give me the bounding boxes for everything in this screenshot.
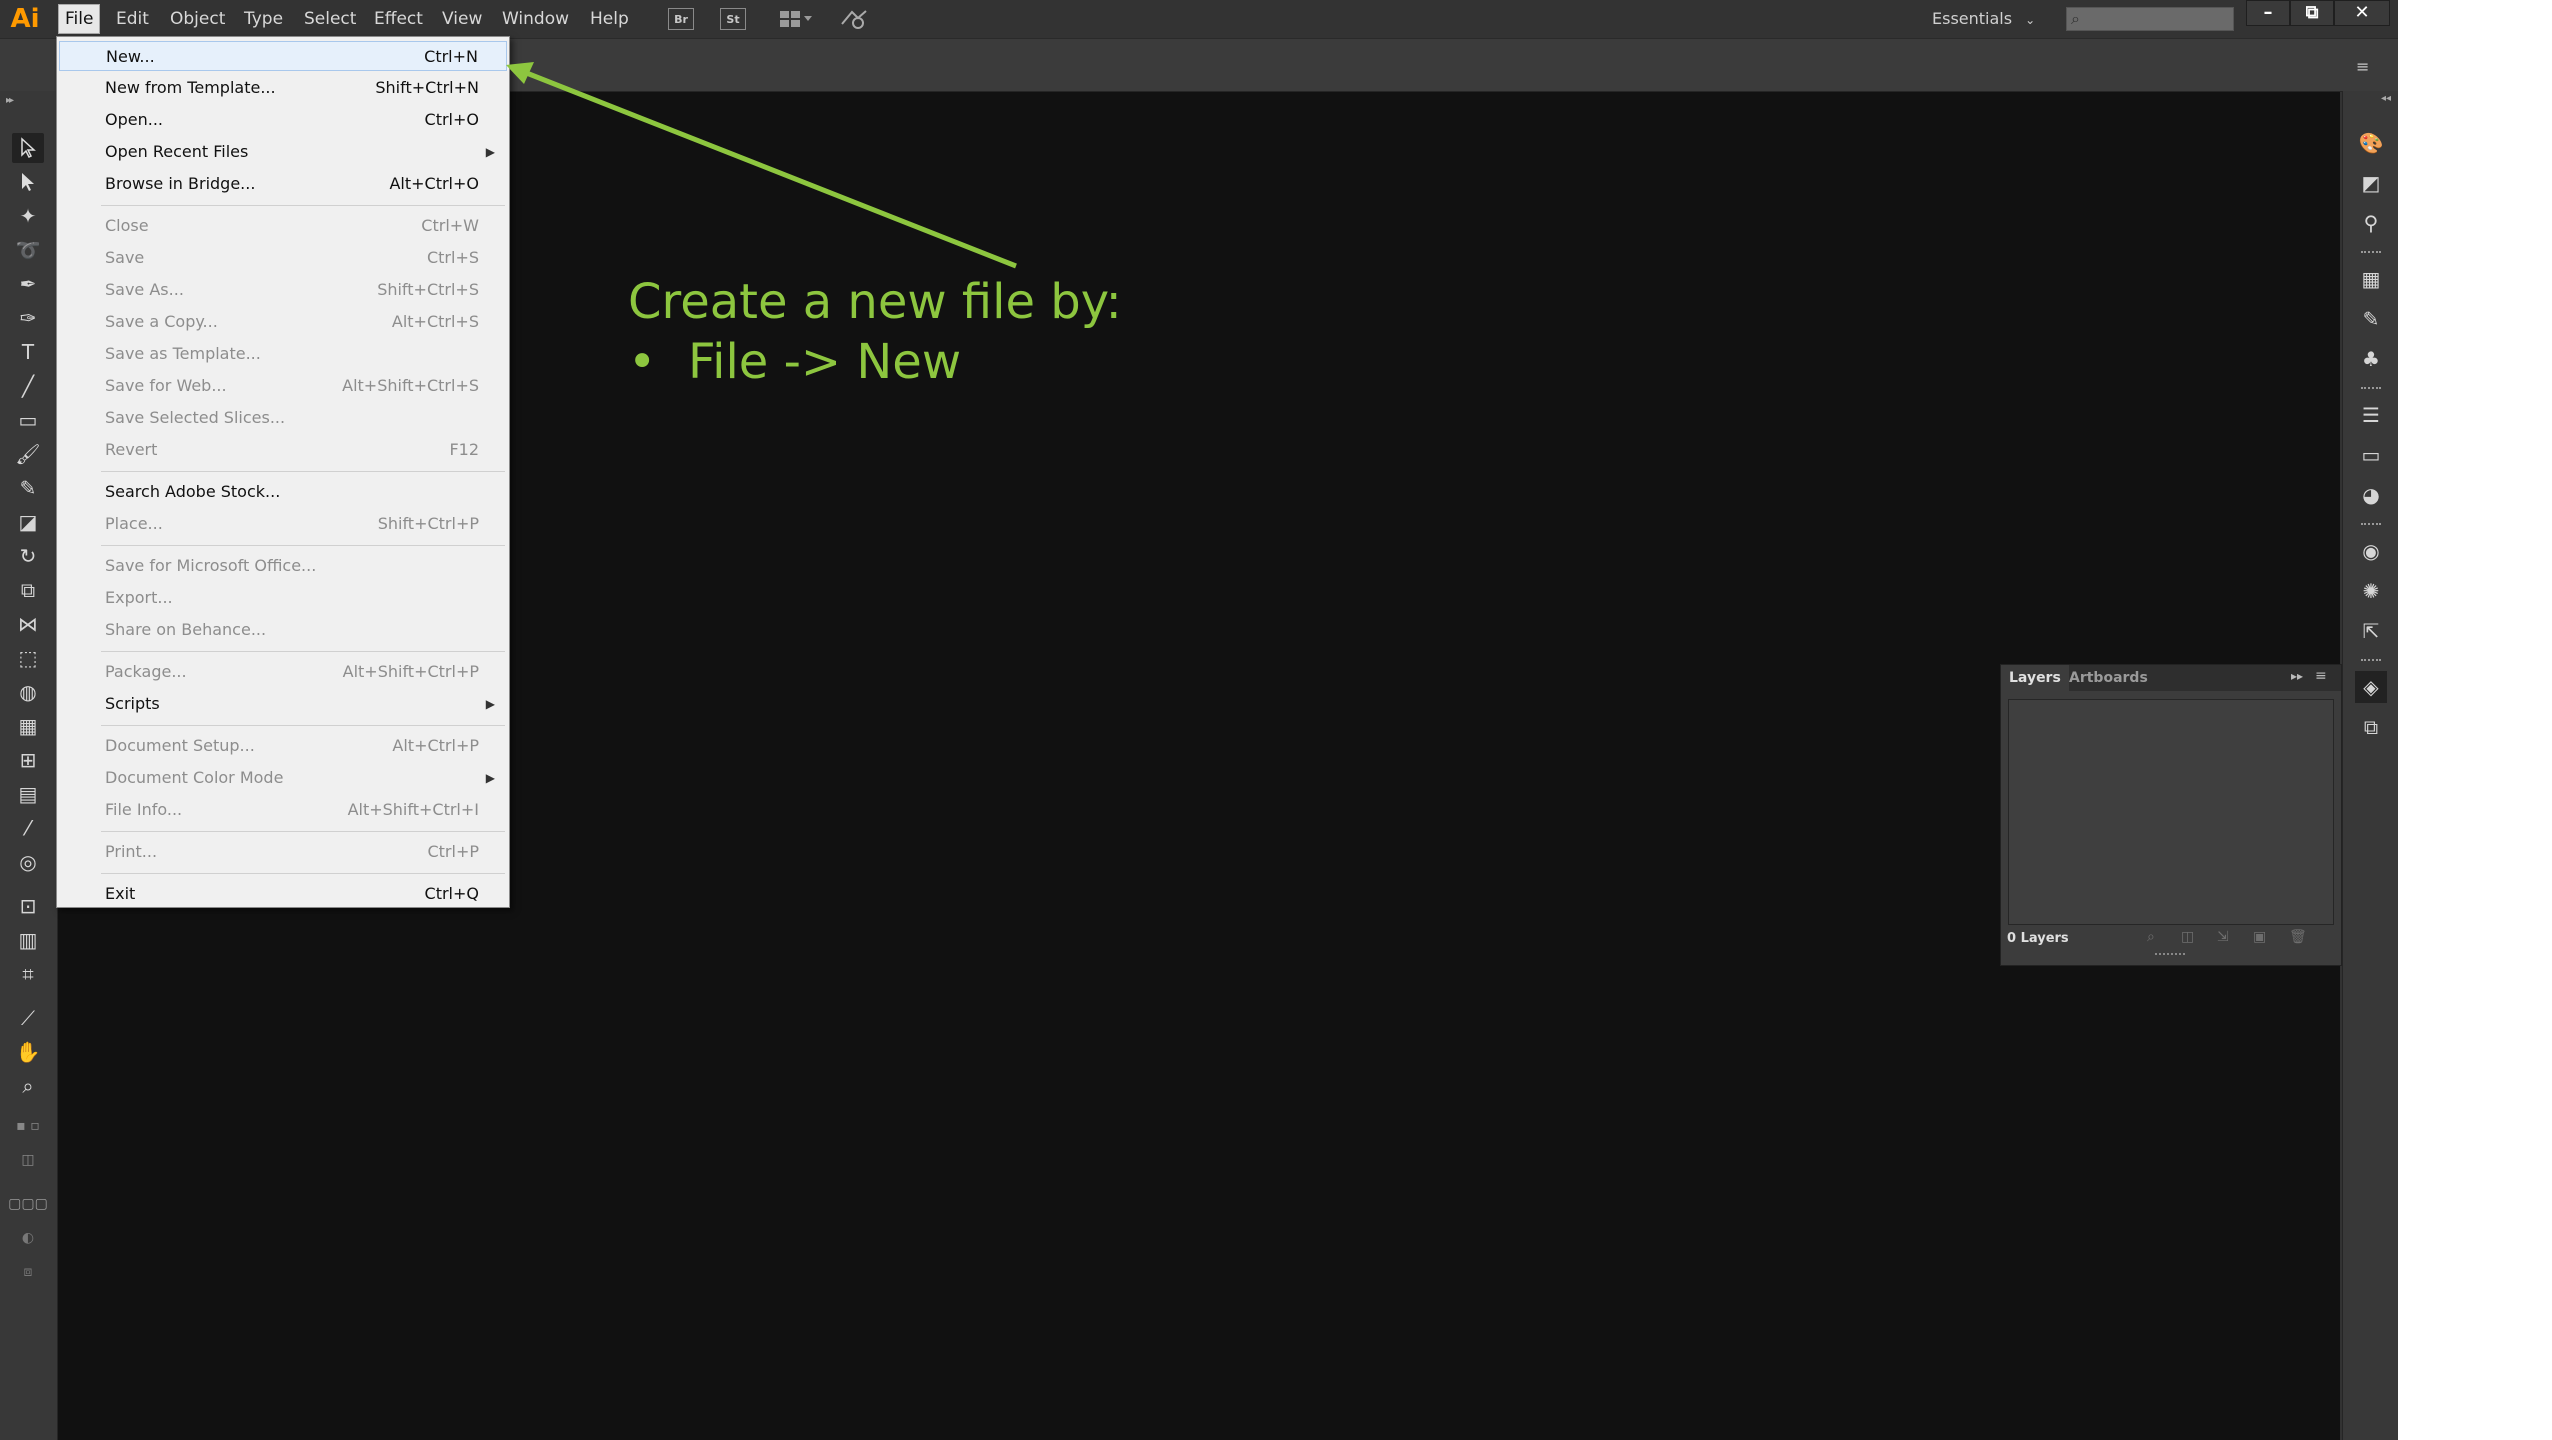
annotation-arrow — [506, 62, 1017, 269]
arrow-line — [523, 69, 1017, 269]
app-window: Ai File Edit Object Type Select Effect V… — [0, 0, 2398, 1440]
